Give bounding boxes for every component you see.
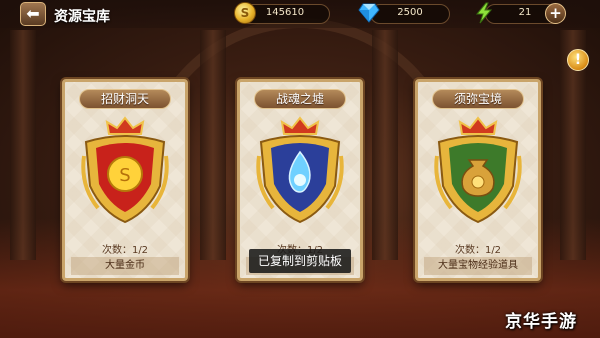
- dungeon-card-gold[interactable]: 招财洞天 S 次数：1/2 大量金币: [62, 79, 188, 281]
- info-button[interactable]: !: [567, 49, 589, 71]
- top-bar: ⬅ 资源宝库 145610 S 2500 21 +: [0, 0, 600, 28]
- watermark: 京华手游: [505, 312, 577, 332]
- back-arrow-icon: ⬅: [26, 4, 40, 23]
- gem-value: 2500: [397, 7, 423, 18]
- blue-flame-emblem-icon: [256, 116, 344, 224]
- pillar-decoration: [372, 30, 398, 260]
- treasure-bag-emblem-icon: [434, 116, 522, 224]
- gold-coin-emblem-icon: S: [81, 116, 169, 224]
- card-title: 招财洞天: [79, 89, 171, 109]
- diamond-icon: [358, 3, 380, 23]
- attempts-count: 次数：1/2: [454, 245, 502, 256]
- page-title: 资源宝库: [54, 9, 110, 25]
- exclamation-icon: !: [574, 52, 582, 68]
- gem-counter: 2500: [370, 4, 450, 24]
- gold-coin-icon: S: [234, 2, 256, 24]
- card-title: 战魂之墟: [254, 89, 346, 109]
- lightning-icon: [475, 2, 493, 24]
- pillar-decoration: [200, 30, 226, 260]
- back-button[interactable]: ⬅: [20, 2, 46, 26]
- reward-description: 大量金币: [71, 257, 179, 275]
- pillar-decoration: [10, 30, 36, 260]
- dungeon-card-treasure[interactable]: 须弥宝境 次数：1/2 大量宝物经验道具: [415, 79, 541, 281]
- reward-description: 大量宝物经验道具: [424, 257, 532, 275]
- attempts-count: 次数：1/2: [101, 245, 149, 256]
- clipboard-toast: 已复制到剪贴板: [249, 249, 351, 273]
- add-energy-button[interactable]: +: [545, 3, 566, 24]
- plus-icon: +: [549, 4, 562, 22]
- svg-text:S: S: [119, 165, 130, 186]
- card-title: 须弥宝境: [432, 89, 524, 109]
